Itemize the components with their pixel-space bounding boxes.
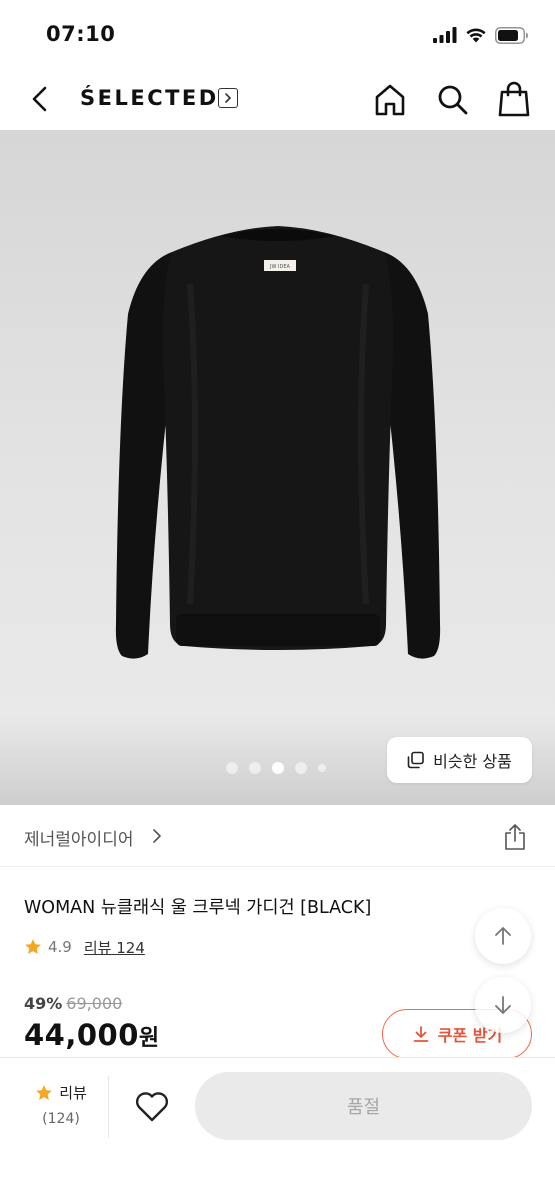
sale-price: 44,000 [24,1018,139,1052]
bottom-divider [108,1076,109,1138]
carousel-dot[interactable] [226,762,238,774]
star-icon [36,1084,53,1100]
carousel-dot[interactable] [318,764,326,772]
garment-label: JW IDEA [269,264,290,270]
bottom-action-bar: 리뷰 (124) 품절 [0,1057,555,1200]
home-icon[interactable] [372,82,408,118]
scroll-top-button[interactable] [475,908,531,964]
brand-logo[interactable]: ŚELECTED [80,86,219,110]
shopping-bag-icon[interactable] [496,80,532,118]
brand-name[interactable]: 제너럴아이디어 [24,825,133,850]
wifi-icon [466,28,486,43]
cellular-signal-icon [433,27,457,43]
original-price: 69,000 [66,994,123,1013]
bottom-review-button[interactable]: 리뷰 (124) [26,1082,96,1127]
bottom-review-count: (124) [42,1111,80,1127]
top-nav-bar: ŚELECTED [0,70,555,130]
product-image-carousel[interactable]: JW IDEA 비슷한 상품 [0,130,555,805]
soldout-button[interactable]: 품절 [195,1072,532,1140]
status-time: 07:10 [46,22,116,46]
scroll-bottom-button[interactable] [475,977,531,1033]
heart-icon[interactable] [133,1088,171,1124]
rating-row: 4.9 리뷰 124 [24,936,145,958]
status-bar: 07:10 [0,0,555,70]
similar-products-button[interactable]: 비슷한 상품 [387,737,532,783]
sale-price-block: 44,000원 [24,1018,160,1052]
arrow-up-icon [495,927,511,945]
product-image-cardigan: JW IDEA [115,226,441,659]
bottom-review-label: 리뷰 [59,1084,87,1102]
rating-value: 4.9 [48,938,72,956]
download-arrow-icon [413,1026,429,1042]
status-icons [433,24,529,46]
share-icon[interactable] [503,823,527,851]
bottom-review-top: 리뷰 [26,1082,96,1103]
carousel-indicator [226,762,326,774]
carousel-dot[interactable] [249,762,261,774]
star-icon [25,939,41,954]
copy-stack-icon [407,751,424,769]
currency-unit: 원 [138,1026,160,1051]
similar-products-label: 비슷한 상품 [433,752,512,771]
battery-icon [495,26,528,44]
arrow-down-icon [495,996,511,1014]
brand-row[interactable]: 제너럴아이디어 [0,805,555,867]
review-link[interactable]: 리뷰 124 [84,937,145,958]
back-chevron-icon[interactable] [24,82,58,116]
brand-link-chevron-icon[interactable] [218,88,238,108]
carousel-dot[interactable] [295,762,307,774]
price-discount-row: 49% 69,000 [24,994,122,1013]
product-title: WOMAN 뉴클래식 울 크루넥 가디건 [BLACK] [24,898,372,918]
carousel-dot-active[interactable] [272,762,284,774]
chevron-right-icon [153,829,161,843]
discount-rate: 49% [24,994,63,1013]
search-icon[interactable] [435,82,471,118]
